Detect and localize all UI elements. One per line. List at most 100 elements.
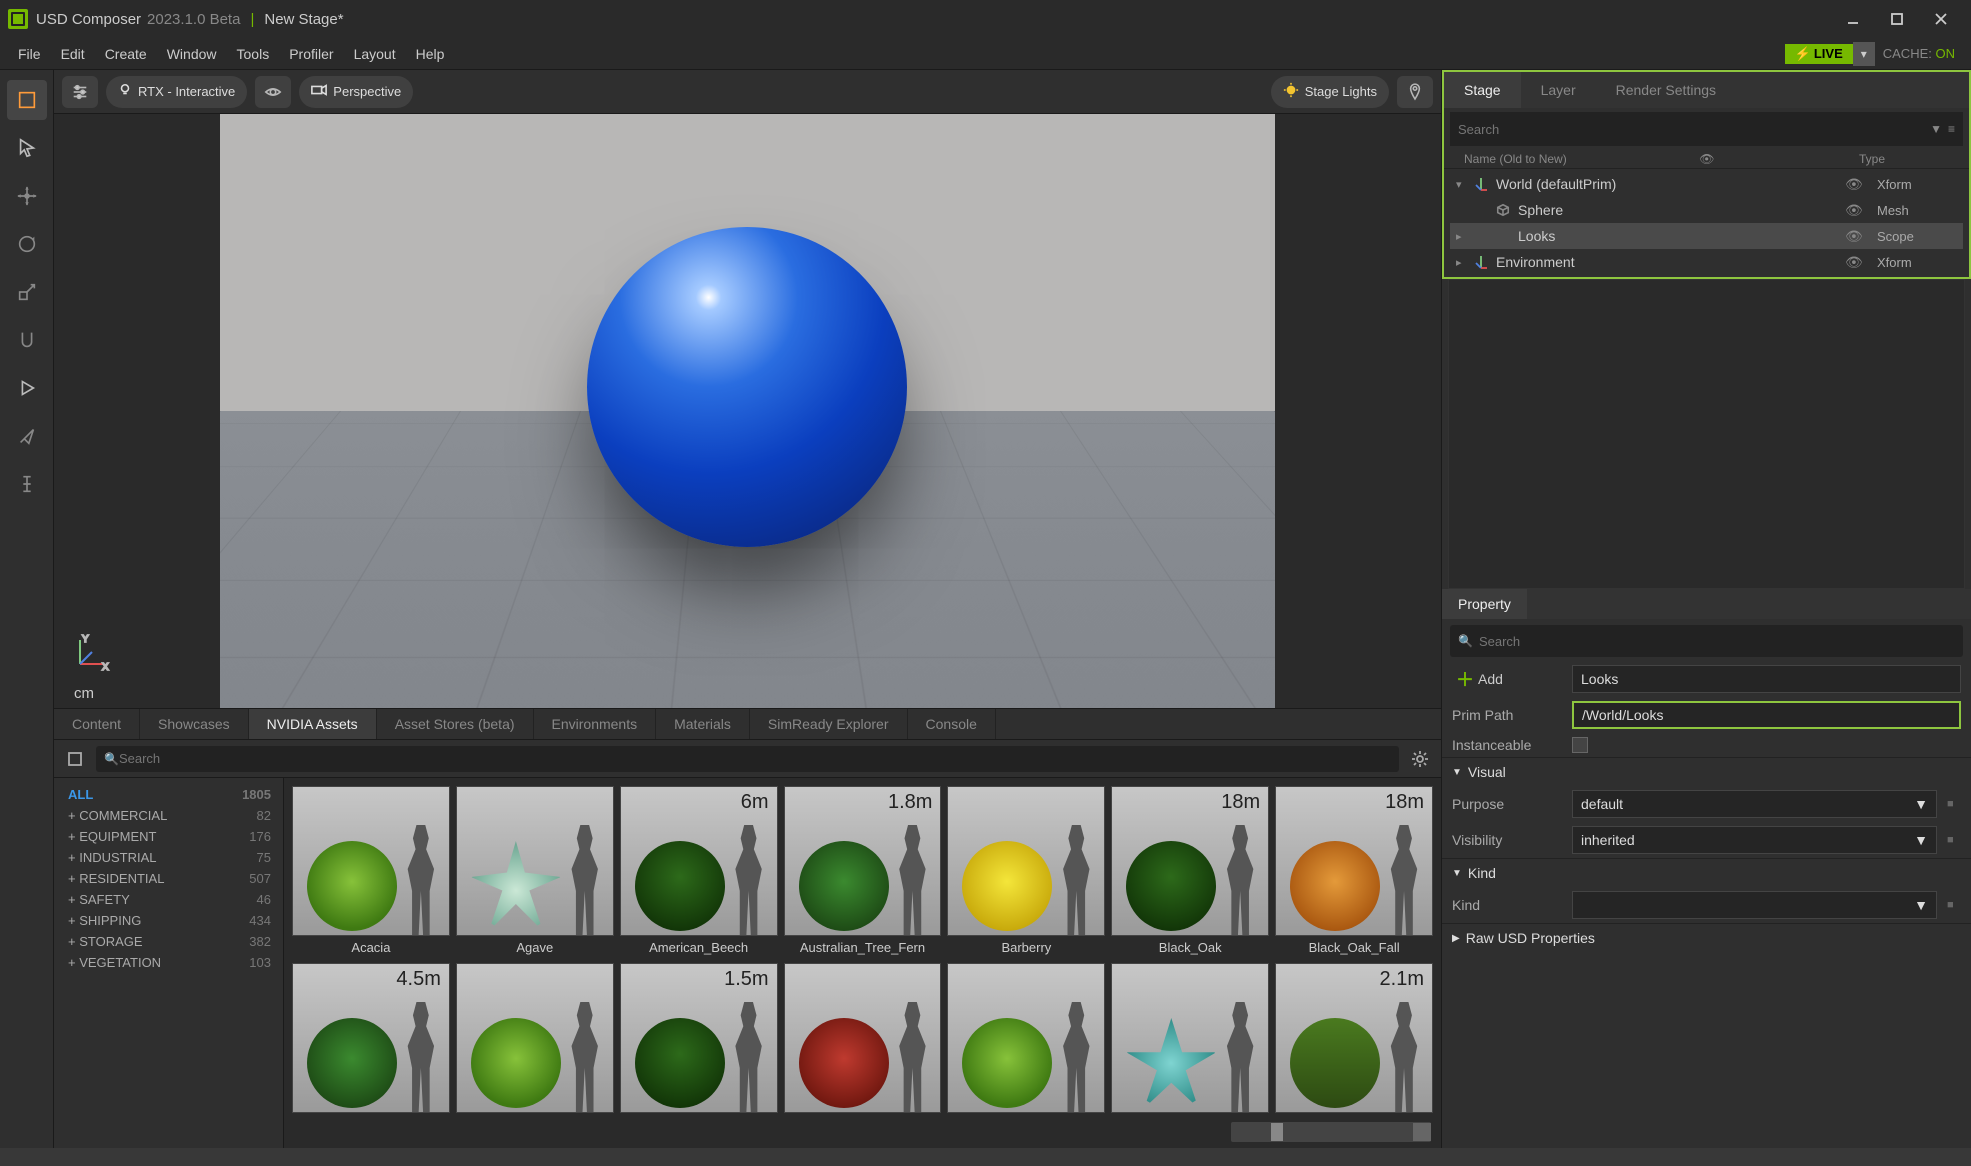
asset-thumbnail[interactable]: 18m (1275, 786, 1433, 936)
section-raw-usd[interactable]: ▶Raw USD Properties (1442, 923, 1971, 952)
window-minimize-button[interactable] (1831, 0, 1875, 38)
kind-select[interactable]: ▼ (1572, 891, 1937, 919)
add-property-button[interactable]: ＋Add (1452, 666, 1562, 692)
visibility-select[interactable]: inherited▼ (1572, 826, 1937, 854)
tool-pointer[interactable] (7, 128, 47, 168)
asset-thumbnail[interactable] (947, 786, 1105, 936)
stage-search-input[interactable] (1458, 122, 1924, 137)
menu-edit[interactable]: Edit (51, 42, 95, 66)
asset-card[interactable]: Acacia (292, 786, 450, 959)
tab-materials[interactable]: Materials (656, 709, 750, 739)
kind-reset-button[interactable]: ■ (1947, 899, 1961, 911)
tab-console[interactable]: Console (908, 709, 996, 739)
section-visual[interactable]: ▼Visual (1442, 757, 1971, 786)
asset-card[interactable]: 18mBlack_Oak (1111, 786, 1269, 959)
asset-card[interactable]: Barberry (947, 786, 1105, 959)
asset-filter-button[interactable] (62, 746, 88, 772)
viewport-settings-button[interactable] (62, 76, 98, 108)
stage-tree-row[interactable]: ▸Environment👁Xform (1450, 249, 1963, 275)
property-search-input[interactable] (1479, 634, 1955, 649)
viewport[interactable]: Y X cm (54, 114, 1441, 708)
asset-card[interactable]: Agave (456, 786, 614, 959)
tool-brush[interactable] (7, 416, 47, 456)
asset-thumbnail[interactable]: 2.1m (1275, 963, 1433, 1113)
visibility-toggle[interactable]: 👁 (1845, 228, 1869, 245)
visibility-toggle[interactable]: 👁 (1845, 176, 1869, 193)
asset-card[interactable]: 4.5m (292, 963, 450, 1113)
asset-card[interactable] (456, 963, 614, 1113)
tab-asset-stores[interactable]: Asset Stores (beta) (377, 709, 534, 739)
live-dropdown[interactable]: ▾ (1853, 42, 1875, 66)
asset-card[interactable]: 6mAmerican_Beech (620, 786, 778, 959)
asset-zoom-slider[interactable] (1231, 1122, 1431, 1142)
asset-card[interactable]: 2.1m (1275, 963, 1433, 1113)
tab-simready[interactable]: SimReady Explorer (750, 709, 908, 739)
asset-card[interactable] (784, 963, 942, 1113)
asset-settings-button[interactable] (1407, 746, 1433, 772)
camera-dropdown[interactable]: Perspective (299, 76, 413, 108)
expand-toggle[interactable]: ▸ (1456, 256, 1472, 269)
menu-create[interactable]: Create (95, 42, 157, 66)
tool-snap[interactable] (7, 320, 47, 360)
asset-search-input[interactable] (119, 751, 1391, 766)
stage-tree-row[interactable]: Sphere👁Mesh (1450, 197, 1963, 223)
options-icon[interactable]: ≡ (1948, 122, 1955, 136)
menu-profiler[interactable]: Profiler (279, 42, 343, 66)
tab-environments[interactable]: Environments (534, 709, 657, 739)
category-residential[interactable]: + RESIDENTIAL507 (54, 868, 283, 889)
asset-card[interactable] (947, 963, 1105, 1113)
viewport-canvas[interactable] (220, 114, 1274, 708)
category-storage[interactable]: + STORAGE382 (54, 931, 283, 952)
tool-play[interactable] (7, 368, 47, 408)
menu-tools[interactable]: Tools (227, 42, 280, 66)
asset-thumbnail[interactable]: 6m (620, 786, 778, 936)
grid-view-icon[interactable] (1413, 1123, 1431, 1141)
tab-showcases[interactable]: Showcases (140, 709, 249, 739)
pin-button[interactable] (1397, 76, 1433, 108)
tab-render-settings[interactable]: Render Settings (1596, 72, 1736, 108)
expand-toggle[interactable]: ▾ (1456, 178, 1472, 191)
menu-window[interactable]: Window (157, 42, 227, 66)
section-kind[interactable]: ▼Kind (1442, 858, 1971, 887)
purpose-select[interactable]: default▼ (1572, 790, 1937, 818)
filter-icon[interactable]: ▼ (1930, 122, 1942, 136)
stage-lights-dropdown[interactable]: Stage Lights (1271, 76, 1389, 108)
asset-thumbnail[interactable] (947, 963, 1105, 1113)
asset-thumbnail[interactable]: 18m (1111, 786, 1269, 936)
stage-tree-row[interactable]: ▸Looks👁Scope (1450, 223, 1963, 249)
tool-rotate[interactable] (7, 224, 47, 264)
tool-move[interactable] (7, 176, 47, 216)
instanceable-checkbox[interactable] (1572, 737, 1588, 753)
render-mode-dropdown[interactable]: RTX - Interactive (106, 76, 247, 108)
category-all[interactable]: ALL1805 (54, 784, 283, 805)
tab-layer[interactable]: Layer (1521, 72, 1596, 108)
category-commercial[interactable]: + COMMERCIAL82 (54, 805, 283, 826)
category-vegetation[interactable]: + VEGETATION103 (54, 952, 283, 973)
asset-card[interactable] (1111, 963, 1269, 1113)
asset-thumbnail[interactable]: 4.5m (292, 963, 450, 1113)
asset-thumbnail[interactable] (1111, 963, 1269, 1113)
asset-card[interactable]: 18mBlack_Oak_Fall (1275, 786, 1433, 959)
window-maximize-button[interactable] (1875, 0, 1919, 38)
visibility-toggle[interactable]: 👁 (1845, 202, 1869, 219)
tab-property[interactable]: Property (1442, 589, 1527, 619)
tool-measure[interactable] (7, 464, 47, 504)
prim-path-field[interactable]: /World/Looks (1572, 701, 1961, 729)
visibility-toggle[interactable]: 👁 (1845, 254, 1869, 271)
category-equipment[interactable]: + EQUIPMENT176 (54, 826, 283, 847)
tool-select-cube[interactable] (7, 80, 47, 120)
expand-toggle[interactable]: ▸ (1456, 230, 1472, 243)
stage-tree-row[interactable]: ▾World (defaultPrim)👁Xform (1450, 171, 1963, 197)
visibility-reset-button[interactable]: ■ (1947, 834, 1961, 846)
asset-card[interactable]: 1.5m (620, 963, 778, 1113)
asset-card[interactable]: 1.8mAustralian_Tree_Fern (784, 786, 942, 959)
asset-thumbnail[interactable] (292, 786, 450, 936)
window-close-button[interactable] (1919, 0, 1963, 38)
asset-thumbnail[interactable]: 1.5m (620, 963, 778, 1113)
category-safety[interactable]: + SAFETY46 (54, 889, 283, 910)
tab-nvidia-assets[interactable]: NVIDIA Assets (249, 709, 377, 739)
menu-help[interactable]: Help (406, 42, 455, 66)
asset-thumbnail[interactable] (456, 963, 614, 1113)
tool-scale[interactable] (7, 272, 47, 312)
category-shipping[interactable]: + SHIPPING434 (54, 910, 283, 931)
